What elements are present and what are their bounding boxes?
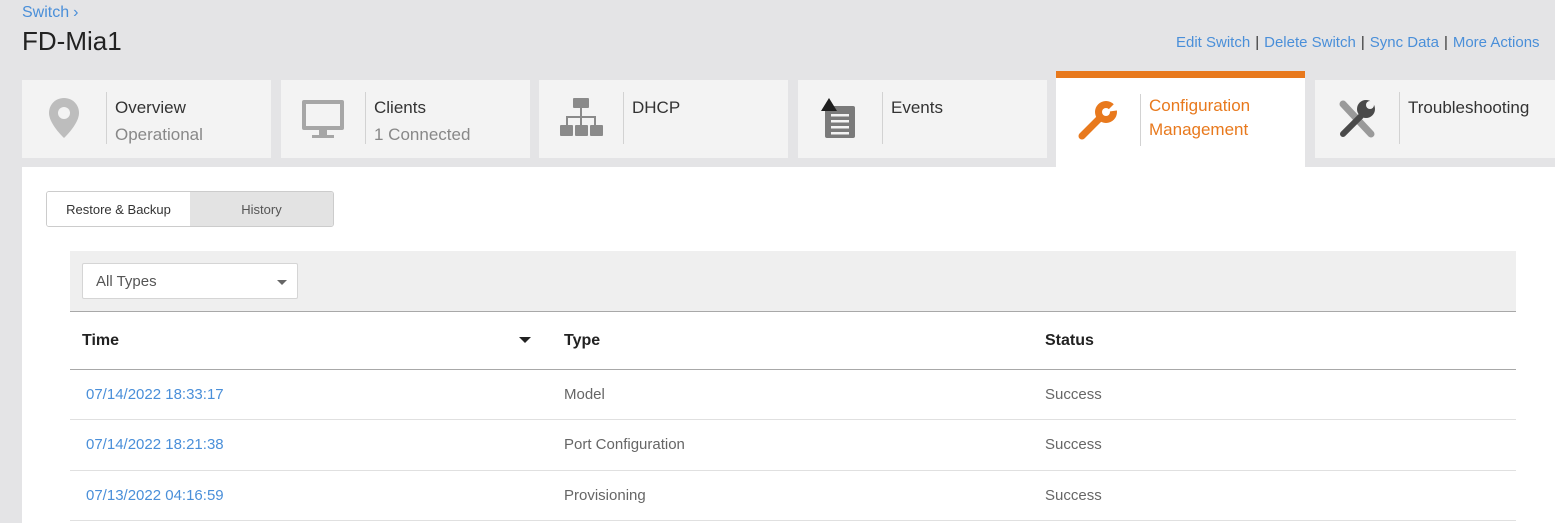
tab-overview[interactable]: Overview Operational: [22, 80, 271, 158]
row-status: Success: [1045, 386, 1102, 403]
action-separator: |: [1255, 34, 1260, 51]
tab-divider: [1399, 92, 1400, 144]
row-time-link[interactable]: 07/14/2022 18:33:17: [86, 386, 224, 403]
sort-descending-icon[interactable]: [519, 337, 531, 343]
column-header-type[interactable]: Type: [564, 332, 600, 350]
tools-icon: [1339, 100, 1375, 138]
type-filter-dropdown[interactable]: All Types: [82, 263, 298, 299]
network-tree-icon: [560, 98, 603, 136]
row-status: Success: [1045, 436, 1102, 453]
column-header-status[interactable]: Status: [1045, 332, 1094, 350]
subtab-restore-backup[interactable]: Restore & Backup: [47, 192, 190, 226]
more-actions-link[interactable]: More Actions: [1453, 34, 1540, 51]
tab-divider: [106, 92, 107, 144]
breadcrumb-switch-link[interactable]: Switch: [22, 4, 69, 21]
row-status: Success: [1045, 487, 1102, 504]
action-separator: |: [1443, 34, 1448, 51]
action-separator: |: [1360, 34, 1365, 51]
row-divider: [70, 419, 1516, 420]
tab-events[interactable]: Events: [798, 80, 1047, 158]
tab-configuration-management[interactable]: Configuration Management: [1056, 71, 1305, 167]
tab-dhcp[interactable]: DHCP: [539, 80, 788, 158]
tab-label: Troubleshooting: [1408, 98, 1530, 117]
tab-status: 1 Connected: [374, 125, 471, 144]
edit-switch-link[interactable]: Edit Switch: [1176, 34, 1250, 51]
row-divider: [70, 520, 1516, 521]
sync-data-link[interactable]: Sync Data: [1370, 34, 1439, 51]
row-type: Provisioning: [564, 487, 646, 504]
chevron-right-icon: ›: [73, 4, 79, 21]
tab-label: Configuration Management: [1149, 96, 1251, 139]
page-title: FD-Mia1: [22, 26, 122, 56]
tab-status: Operational: [115, 125, 203, 144]
tab-divider: [623, 92, 624, 144]
tab-label: Overview: [115, 98, 186, 117]
caret-down-icon: [277, 280, 287, 285]
row-time-link[interactable]: 07/14/2022 18:21:38: [86, 436, 224, 453]
row-time-link[interactable]: 07/13/2022 04:16:59: [86, 487, 224, 504]
breadcrumb[interactable]: Switch ›: [22, 4, 78, 22]
location-pin-icon: [49, 98, 79, 138]
row-type: Model: [564, 386, 605, 403]
type-filter-value: All Types: [96, 273, 157, 290]
table-header-border: [70, 369, 1516, 370]
subtab-switcher: Restore & Backup History: [46, 191, 334, 227]
delete-switch-link[interactable]: Delete Switch: [1264, 34, 1356, 51]
tab-clients[interactable]: Clients 1 Connected: [281, 80, 530, 158]
tab-divider: [882, 92, 883, 144]
tab-label: Clients: [374, 98, 426, 117]
tab-label: Events: [891, 98, 943, 117]
events-doc-icon: [821, 98, 855, 138]
tab-divider: [365, 92, 366, 144]
header-actions: Edit Switch | Delete Switch | Sync Data | More…: [1176, 34, 1540, 51]
tab-troubleshooting[interactable]: Troubleshooting: [1315, 80, 1555, 158]
row-type: Port Configuration: [564, 436, 685, 453]
tab-label: DHCP: [632, 98, 681, 117]
monitor-icon: [302, 100, 344, 138]
subtab-history[interactable]: History: [190, 192, 333, 226]
table-top-border: [70, 311, 1516, 312]
wrench-icon: [1078, 100, 1120, 140]
column-header-time[interactable]: Time: [82, 332, 119, 350]
row-divider: [70, 470, 1516, 471]
tab-divider: [1140, 94, 1141, 146]
